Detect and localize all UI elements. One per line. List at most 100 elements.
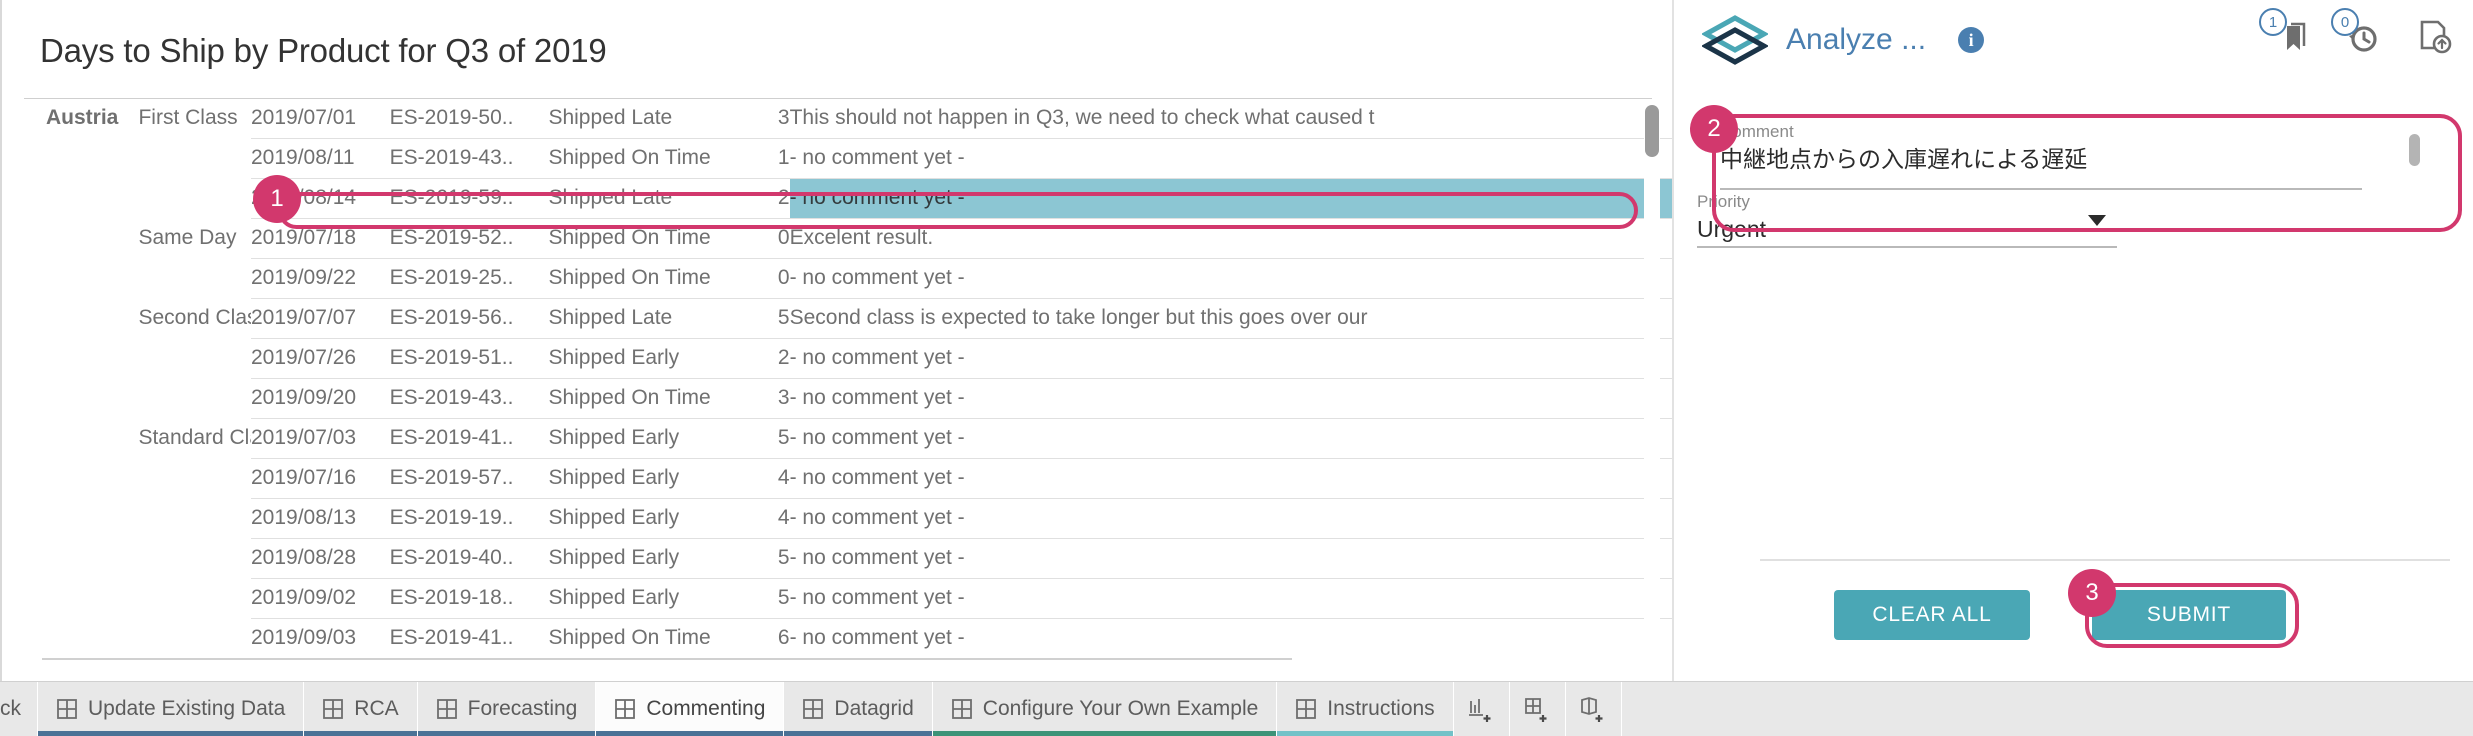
tab-instructions[interactable]: Instructions	[1277, 682, 1454, 736]
grid-icon	[57, 699, 77, 719]
table-row[interactable]: 2019/08/13 ES-2019-19.. Shipped Early 4- no…	[46, 498, 1672, 539]
history-badge: 0	[2331, 8, 2359, 36]
table-row[interactable]: 2019/09/20 ES-2019-43.. Shipped On Time 3- …	[46, 378, 1672, 419]
cell-order-id: ES-2019-50..	[389, 98, 549, 139]
cell-comment[interactable]: - no comment yet -	[789, 458, 1672, 499]
tab-rca[interactable]: RCA	[304, 682, 418, 736]
cell-order-id: ES-2019-59..	[389, 178, 549, 219]
cell-comment[interactable]: - no comment yet -	[789, 138, 1672, 179]
cell-days-to-ship: 0	[731, 218, 790, 259]
brand-row: Analyze ... i	[1702, 10, 1985, 70]
history-clock-icon[interactable]: 0	[2331, 8, 2383, 58]
document-upload-icon[interactable]	[2411, 14, 2455, 58]
tab-update-existing-data[interactable]: Update Existing Data	[38, 682, 305, 736]
cell-comment[interactable]: - no comment yet -	[789, 498, 1672, 539]
tab-underline	[596, 731, 784, 736]
table-row[interactable]: 2019/07/16 ES-2019-57.. Shipped Early 4- no…	[46, 458, 1672, 499]
new-story-button[interactable]	[1565, 682, 1622, 736]
cell-comment[interactable]: This should not happen in Q3, we need to…	[789, 98, 1672, 139]
cell-country	[46, 458, 138, 498]
cell-order-id: ES-2019-41..	[389, 418, 549, 459]
priority-field[interactable]: Priority Urgent	[1697, 192, 2117, 246]
cell-order-date: 2019/09/20	[251, 378, 390, 419]
annotation-1-badge: 1	[253, 175, 301, 223]
cell-ship-mode: First Class	[138, 105, 238, 129]
tab-underline	[932, 731, 1277, 736]
comment-input-value[interactable]: 中継地点からの入庫遅れによる遅延	[1720, 142, 2360, 176]
cell-order-date: 2019/07/18	[251, 218, 390, 259]
cell-ship-mode	[138, 578, 251, 618]
cell-comment[interactable]: - no comment yet -	[789, 378, 1672, 419]
comment-scrollbar-thumb[interactable]	[2409, 134, 2420, 166]
priority-selected-value[interactable]: Urgent	[1697, 212, 2117, 246]
cell-comment[interactable]: - no comment yet -	[789, 178, 1672, 219]
header-icon-group: 1 0	[2259, 8, 2455, 58]
visualization-pane: Days to Ship by Product for Q3 of 2019 A…	[0, 0, 1672, 681]
cell-ship-mode	[138, 338, 251, 378]
cell-country	[46, 138, 138, 178]
cell-ship-mode	[138, 138, 251, 178]
new-dashboard-button[interactable]	[1509, 682, 1566, 736]
cell-country	[46, 218, 138, 258]
table-row[interactable]: Second Class2019/07/07ES-2019-56..Shippe…	[46, 298, 1672, 339]
new-worksheet-button-glyph	[1469, 699, 1491, 722]
info-icon[interactable]: i	[1958, 27, 1985, 53]
cell-country	[46, 258, 138, 298]
cell-comment[interactable]: - no comment yet -	[789, 578, 1672, 619]
table-row[interactable]: 2019/08/28 ES-2019-40.. Shipped Early 5- no…	[46, 538, 1672, 579]
table-row[interactable]: Austria First Class 2019/07/01 ES-2019-50..…	[46, 98, 1672, 139]
comment-underline	[1720, 188, 2362, 190]
cell-comment[interactable]: Excelent result.	[789, 218, 1672, 259]
cell-ship-mode	[138, 458, 251, 498]
table-row[interactable]: 2019/07/26 ES-2019-51.. Shipped Early 2- no…	[46, 338, 1672, 379]
grid-icon	[436, 699, 457, 719]
tab-commenting[interactable]: Commenting	[596, 682, 785, 736]
bookmark-icon[interactable]: 1	[2259, 8, 2311, 58]
cell-order-id: ES-2019-25..	[389, 258, 549, 299]
tab-datagrid[interactable]: Datagrid	[784, 682, 933, 736]
cell-ship-status: Shipped On Time	[548, 618, 732, 656]
cell-days-to-ship: 0	[731, 258, 790, 299]
tab-label: ck	[0, 697, 21, 720]
table-bottom-rule	[42, 658, 1292, 660]
cell-order-date: 2019/07/03	[251, 418, 390, 459]
priority-underline	[1697, 246, 2117, 248]
worksheet-tab-bar: ck Update Existing Data RCA Forecasting Comm…	[0, 681, 2473, 736]
cell-order-id: ES-2019-19..	[389, 498, 549, 539]
cell-comment[interactable]: - no comment yet -	[789, 338, 1672, 379]
table-scrollbar-thumb[interactable]	[1645, 105, 1659, 157]
table-row[interactable]: 2019/09/02 ES-2019-18.. Shipped Early 5- no…	[46, 578, 1672, 619]
submit-button[interactable]: SUBMIT	[2092, 590, 2286, 640]
cell-comment[interactable]: Second class is expected to take longer …	[789, 298, 1672, 339]
clear-all-button[interactable]: CLEAR ALL	[1834, 590, 2030, 640]
grid-icon	[323, 699, 344, 719]
tab-label: Forecasting	[467, 697, 578, 720]
cell-order-date: 2019/08/13	[251, 498, 390, 539]
cell-country	[46, 578, 138, 618]
cell-ship-mode	[138, 258, 251, 298]
table-row[interactable]: Standard Class2019/07/03ES-2019-41..Ship…	[46, 418, 1672, 459]
tab-ck[interactable]: ck	[0, 682, 38, 736]
table-row[interactable]: 2019/08/11 ES-2019-43.. Shipped On Time 1- …	[46, 138, 1672, 179]
cell-days-to-ship: 5	[731, 298, 790, 339]
new-worksheet-button[interactable]	[1453, 682, 1510, 736]
cell-comment[interactable]: - no comment yet -	[789, 258, 1672, 299]
table-row[interactable]: Same Day 2019/07/18 ES-2019-52.. Shipped On…	[46, 218, 1672, 259]
cell-comment[interactable]: - no comment yet -	[789, 618, 1672, 656]
cell-ship-status: Shipped Early	[548, 578, 732, 619]
tab-forecasting[interactable]: Forecasting	[417, 682, 597, 736]
cell-comment[interactable]: - no comment yet -	[789, 418, 1672, 459]
cell-order-id: ES-2019-52..	[389, 218, 549, 259]
tab-underline	[304, 731, 417, 736]
comment-field[interactable]: Comment 中継地点からの入庫遅れによる遅延	[1720, 122, 2360, 176]
tab-label: Update Existing Data	[88, 697, 286, 720]
tab-configure-your-own-example[interactable]: Configure Your Own Example	[932, 682, 1278, 736]
cell-order-date: 2019/09/02	[251, 578, 390, 619]
table-row[interactable]: 2019/09/22 ES-2019-25.. Shipped On Time 0- …	[46, 258, 1672, 299]
cell-country	[46, 538, 138, 578]
table-scrollbar-track[interactable]	[1644, 100, 1660, 656]
chevron-down-icon[interactable]	[2088, 215, 2106, 226]
cell-order-id: ES-2019-43..	[389, 378, 549, 419]
cell-comment[interactable]: - no comment yet -	[789, 538, 1672, 579]
table-row[interactable]: 2019/09/03 ES-2019-41.. Shipped On Time 6- …	[46, 618, 1672, 656]
